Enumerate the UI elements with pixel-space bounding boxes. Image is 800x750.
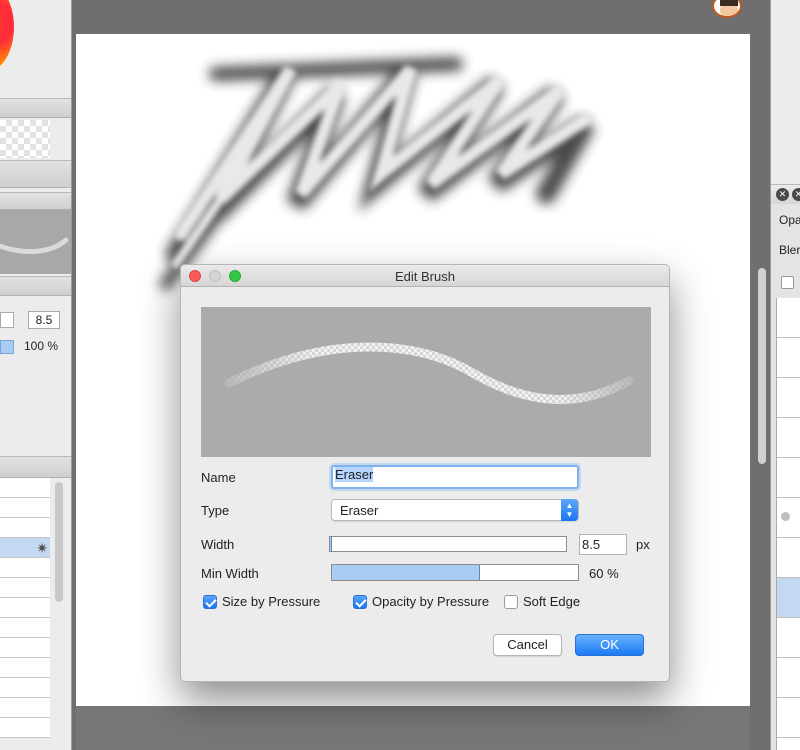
table-row[interactable] (777, 298, 800, 338)
avatar-graphic (720, 0, 738, 16)
table-row[interactable] (777, 338, 800, 378)
brush-stroke-preview (224, 342, 634, 404)
type-label: Type (201, 503, 230, 518)
layer-checkbox[interactable] (781, 276, 794, 289)
dialog-title: Edit Brush (395, 269, 455, 284)
list-item[interactable]: ✷ (0, 538, 50, 558)
brush-preview-thumbnail (0, 210, 71, 274)
soft-edge-label: Soft Edge (523, 594, 581, 609)
cancel-button[interactable]: Cancel (493, 634, 562, 656)
type-select[interactable]: Eraser ▲ ▼ (331, 499, 579, 521)
width-label: Width (201, 537, 235, 552)
name-input-value[interactable]: Eraser (335, 467, 374, 482)
table-row[interactable] (777, 578, 800, 618)
right-panel: ✕ ✕ Opa Bler (770, 0, 800, 750)
name-input[interactable]: Eraser (331, 465, 579, 489)
list-item[interactable] (0, 678, 50, 698)
color-wheel[interactable] (0, 0, 14, 72)
min-width-label: Min Width (201, 566, 259, 581)
opacity-label: Opa (779, 213, 800, 227)
panel-close-icon[interactable]: ✕ (776, 188, 789, 201)
list-item[interactable] (0, 578, 50, 598)
brush-preview (201, 307, 651, 457)
table-row[interactable] (777, 618, 800, 658)
width-unit: px (636, 537, 650, 552)
table-row[interactable] (777, 498, 800, 538)
color-swatch-transparent[interactable] (0, 120, 50, 158)
min-width-slider-mini[interactable] (0, 340, 14, 354)
opacity-by-pressure-label: Opacity by Pressure (372, 594, 490, 609)
table-row[interactable] (777, 538, 800, 578)
panel-header (0, 276, 71, 296)
width-slider[interactable] (329, 536, 567, 552)
left-panel: 8.5 100 % ✷ (0, 0, 72, 750)
edit-brush-dialog: Edit Brush Name Eraser Type Eraser ▲ ▼ W… (180, 264, 670, 682)
min-width-value: 60 % (589, 566, 619, 581)
panel-header (0, 456, 71, 478)
brush-list-scrollbar[interactable] (55, 482, 63, 602)
blend-label: Bler (779, 243, 800, 257)
list-item[interactable] (0, 718, 50, 738)
gear-icon[interactable]: ✷ (36, 540, 48, 557)
select-arrows-icon[interactable]: ▲ ▼ (561, 499, 578, 521)
size-by-pressure-label: Size by Pressure (222, 594, 321, 609)
table-row[interactable] (777, 698, 800, 738)
ok-button[interactable]: OK (575, 634, 644, 656)
type-select-value[interactable]: Eraser (340, 503, 378, 518)
checkmark-icon[interactable] (353, 594, 367, 609)
table-row[interactable] (777, 658, 800, 698)
width-slider-fill (330, 537, 333, 551)
width-value-field[interactable]: 8.5 (579, 534, 627, 555)
table-row[interactable] (777, 378, 800, 418)
size-by-pressure-checkbox[interactable]: Size by Pressure (203, 594, 320, 609)
checkbox-box[interactable] (504, 594, 518, 609)
list-item[interactable] (0, 658, 50, 678)
opacity-by-pressure-checkbox[interactable]: Opacity by Pressure (353, 594, 489, 609)
list-item[interactable] (0, 638, 50, 658)
list-item[interactable] (0, 558, 50, 578)
panel-options-icon[interactable]: ✕ (792, 188, 800, 201)
table-row[interactable] (777, 458, 800, 498)
list-item[interactable] (0, 518, 50, 538)
table-row[interactable] (777, 738, 800, 750)
panel-header (0, 192, 71, 210)
list-item[interactable] (0, 598, 50, 618)
checkmark-icon[interactable] (203, 594, 217, 609)
list-item[interactable] (0, 498, 50, 518)
min-width-slider-fill (332, 565, 480, 580)
panel-header (0, 160, 71, 188)
soft-edge-checkbox[interactable]: Soft Edge (504, 594, 580, 609)
brush-stroke-thumbnail (0, 237, 69, 254)
list-item[interactable] (0, 478, 50, 498)
brush-list: ✷ (0, 478, 50, 738)
layers-panel-titlebar: ✕ ✕ (771, 184, 800, 204)
width-value-field[interactable]: 8.5 (28, 311, 60, 329)
canvas-vertical-scrollbar[interactable] (758, 268, 766, 464)
layers-table (776, 298, 800, 750)
dialog-titlebar: Edit Brush (181, 265, 669, 287)
list-item[interactable] (0, 618, 50, 638)
width-slider-mini[interactable] (0, 312, 14, 328)
min-width-value: 100 % (24, 339, 59, 353)
right-panel-top (771, 0, 800, 184)
min-width-slider[interactable] (331, 564, 579, 581)
table-row[interactable] (777, 418, 800, 458)
canvas-bottom-margin (76, 706, 750, 750)
visibility-dot-icon[interactable] (781, 512, 790, 521)
list-item[interactable] (0, 698, 50, 718)
panel-header (0, 98, 71, 118)
avatar-icon[interactable] (712, 0, 742, 18)
name-label: Name (201, 470, 236, 485)
